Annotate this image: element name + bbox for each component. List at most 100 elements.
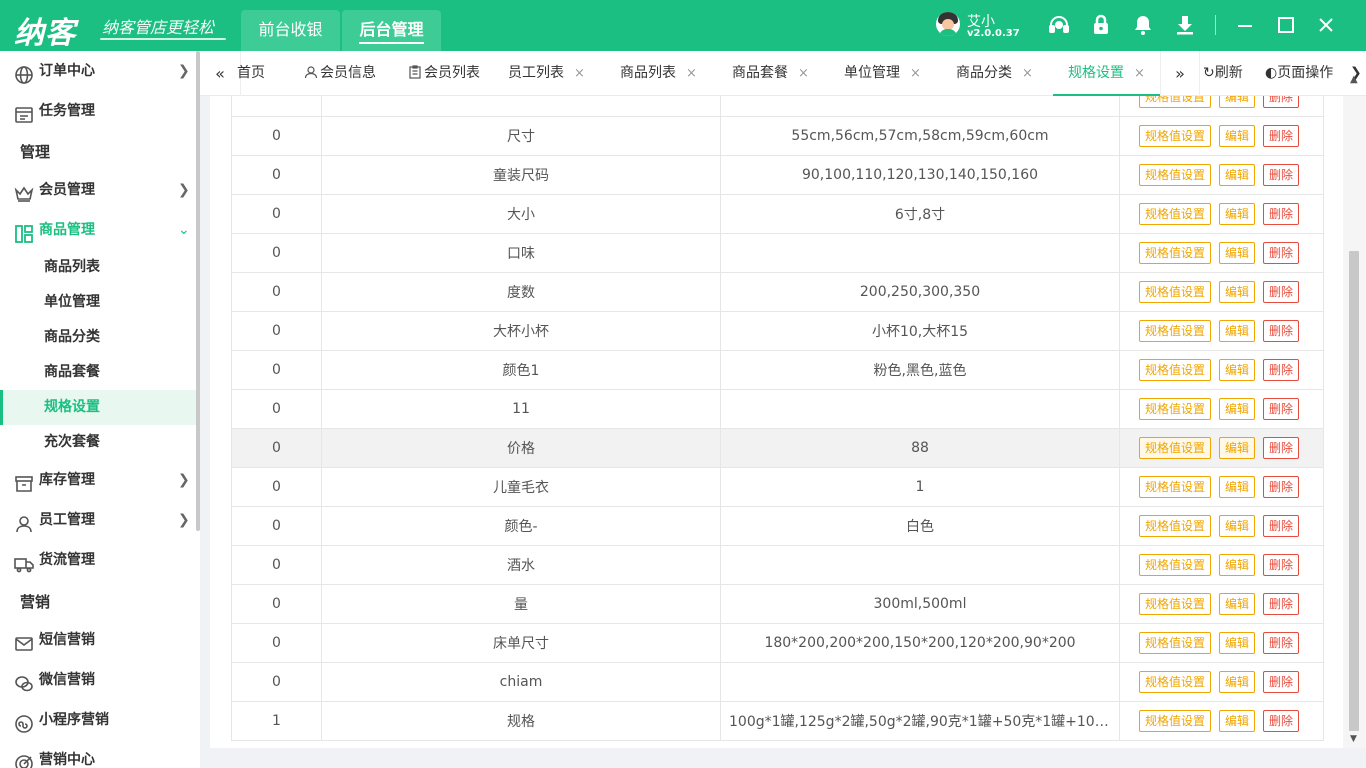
delete-button[interactable]: 删除: [1263, 515, 1300, 537]
spec-values-button[interactable]: 规格值设置: [1139, 242, 1212, 264]
delete-button[interactable]: 删除: [1263, 320, 1300, 342]
edit-button[interactable]: 编辑: [1219, 671, 1256, 693]
edit-button[interactable]: 编辑: [1219, 96, 1256, 108]
tab-front-cashier[interactable]: 前台收银: [241, 10, 340, 51]
close-tab-icon[interactable]: ×: [686, 66, 697, 81]
edit-button[interactable]: 编辑: [1219, 320, 1256, 342]
spec-values-button[interactable]: 规格值设置: [1139, 359, 1212, 381]
edit-button[interactable]: 编辑: [1219, 125, 1256, 147]
sidebar-item-inventory[interactable]: 库存管理 ❯: [0, 460, 196, 500]
sidebar-item-orders[interactable]: 订单中心 ❯: [0, 51, 196, 91]
spec-values-button[interactable]: 规格值设置: [1139, 281, 1212, 303]
tab-product-packages[interactable]: 商品套餐 ×: [732, 51, 809, 96]
maximize-icon[interactable]: [1274, 13, 1298, 37]
delete-button[interactable]: 删除: [1263, 671, 1300, 693]
edit-button[interactable]: 编辑: [1219, 281, 1256, 303]
delete-button[interactable]: 删除: [1263, 632, 1300, 654]
download-icon[interactable]: [1173, 13, 1197, 37]
sidebar-subitem-packages[interactable]: 商品套餐: [0, 355, 196, 390]
tab-product-categories[interactable]: 商品分类 ×: [956, 51, 1033, 96]
delete-button[interactable]: 删除: [1263, 710, 1300, 732]
tab-backend-admin[interactable]: 后台管理: [342, 10, 441, 51]
page-operations-button[interactable]: ◐页面操作: [1265, 51, 1333, 96]
delete-button[interactable]: 删除: [1263, 96, 1300, 108]
spec-values-button[interactable]: 规格值设置: [1139, 96, 1212, 108]
sidebar-scrollbar[interactable]: [196, 51, 200, 531]
edit-button[interactable]: 编辑: [1219, 437, 1256, 459]
sidebar-subitem-units[interactable]: 单位管理: [0, 285, 196, 320]
delete-button[interactable]: 删除: [1263, 281, 1300, 303]
scroll-down-icon[interactable]: ▼: [1350, 734, 1357, 744]
headset-icon[interactable]: [1047, 13, 1071, 37]
page-scrollbar[interactable]: ▲ ▼: [1343, 74, 1366, 748]
bell-icon[interactable]: [1131, 13, 1155, 37]
sidebar-item-miniprogram[interactable]: 小程序营销: [0, 700, 196, 740]
delete-button[interactable]: 删除: [1263, 203, 1300, 225]
edit-button[interactable]: 编辑: [1219, 398, 1256, 420]
edit-button[interactable]: 编辑: [1219, 515, 1256, 537]
sidebar-item-sms[interactable]: 短信营销: [0, 620, 196, 660]
edit-button[interactable]: 编辑: [1219, 476, 1256, 498]
tab-unit-management[interactable]: 单位管理 ×: [844, 51, 921, 96]
edit-button[interactable]: 编辑: [1219, 593, 1256, 615]
sidebar-item-tasks[interactable]: 任务管理: [0, 91, 196, 131]
sidebar-subitem-categories[interactable]: 商品分类: [0, 320, 196, 355]
tab-home[interactable]: 首页: [237, 51, 265, 96]
edit-button[interactable]: 编辑: [1219, 632, 1256, 654]
delete-button[interactable]: 删除: [1263, 359, 1300, 381]
delete-button[interactable]: 删除: [1263, 125, 1300, 147]
edit-button[interactable]: 编辑: [1219, 359, 1256, 381]
sidebar-item-marketing-center[interactable]: 营销中心: [0, 740, 196, 768]
sidebar-subitem-count-packages[interactable]: 充次套餐: [0, 425, 196, 460]
tab-product-list[interactable]: 商品列表 ×: [620, 51, 697, 96]
edit-button[interactable]: 编辑: [1219, 554, 1256, 576]
spec-values-button[interactable]: 规格值设置: [1139, 476, 1212, 498]
close-tab-icon[interactable]: ×: [574, 66, 585, 81]
close-tab-icon[interactable]: ×: [910, 66, 921, 81]
minimize-icon[interactable]: [1233, 13, 1257, 37]
sidebar-item-products[interactable]: 商品管理 ⌄: [0, 210, 196, 250]
delete-button[interactable]: 删除: [1263, 593, 1300, 615]
close-tab-icon[interactable]: ×: [798, 66, 809, 81]
tab-member-info[interactable]: 会员信息: [304, 51, 376, 96]
tab-staff-list[interactable]: 员工列表 ×: [508, 51, 585, 96]
close-icon[interactable]: [1314, 13, 1338, 37]
spec-values-button[interactable]: 规格值设置: [1139, 125, 1212, 147]
spec-values-button[interactable]: 规格值设置: [1139, 164, 1212, 186]
edit-button[interactable]: 编辑: [1219, 164, 1256, 186]
delete-button[interactable]: 删除: [1263, 554, 1300, 576]
sidebar-item-wechat[interactable]: 微信营销: [0, 660, 196, 700]
sidebar-item-logistics[interactable]: 货流管理: [0, 540, 196, 580]
lock-icon[interactable]: [1089, 13, 1113, 37]
edit-button[interactable]: 编辑: [1219, 203, 1256, 225]
spec-values-button[interactable]: 规格值设置: [1139, 593, 1212, 615]
delete-button[interactable]: 删除: [1263, 398, 1300, 420]
delete-button[interactable]: 删除: [1263, 437, 1300, 459]
spec-values-button[interactable]: 规格值设置: [1139, 515, 1212, 537]
sidebar-subitem-product-list[interactable]: 商品列表: [0, 250, 196, 285]
tabs-scroll-right-icon[interactable]: »: [1160, 51, 1200, 96]
tab-member-list[interactable]: 会员列表: [408, 51, 480, 96]
tab-spec-settings[interactable]: 规格设置 ×: [1053, 51, 1160, 96]
spec-values-button[interactable]: 规格值设置: [1139, 437, 1212, 459]
spec-values-button[interactable]: 规格值设置: [1139, 710, 1212, 732]
sidebar-subitem-spec-settings[interactable]: 规格设置: [0, 390, 196, 425]
scrollbar-thumb[interactable]: [1349, 251, 1359, 731]
refresh-button[interactable]: ↻刷新: [1203, 51, 1243, 96]
delete-button[interactable]: 删除: [1263, 164, 1300, 186]
spec-values-button[interactable]: 规格值设置: [1139, 554, 1212, 576]
spec-values-button[interactable]: 规格值设置: [1139, 203, 1212, 225]
sidebar-item-staff[interactable]: 员工管理 ❯: [0, 500, 196, 540]
edit-button[interactable]: 编辑: [1219, 242, 1256, 264]
sidebar-item-members[interactable]: 会员管理 ❯: [0, 170, 196, 210]
delete-button[interactable]: 删除: [1263, 242, 1300, 264]
spec-values-button[interactable]: 规格值设置: [1139, 320, 1212, 342]
delete-button[interactable]: 删除: [1263, 476, 1300, 498]
scroll-up-icon[interactable]: ▲: [1350, 74, 1358, 85]
edit-button[interactable]: 编辑: [1219, 710, 1256, 732]
spec-values-button[interactable]: 规格值设置: [1139, 671, 1212, 693]
close-tab-icon[interactable]: ×: [1022, 66, 1033, 81]
close-tab-icon[interactable]: ×: [1134, 66, 1145, 81]
spec-values-button[interactable]: 规格值设置: [1139, 632, 1212, 654]
spec-values-button[interactable]: 规格值设置: [1139, 398, 1212, 420]
